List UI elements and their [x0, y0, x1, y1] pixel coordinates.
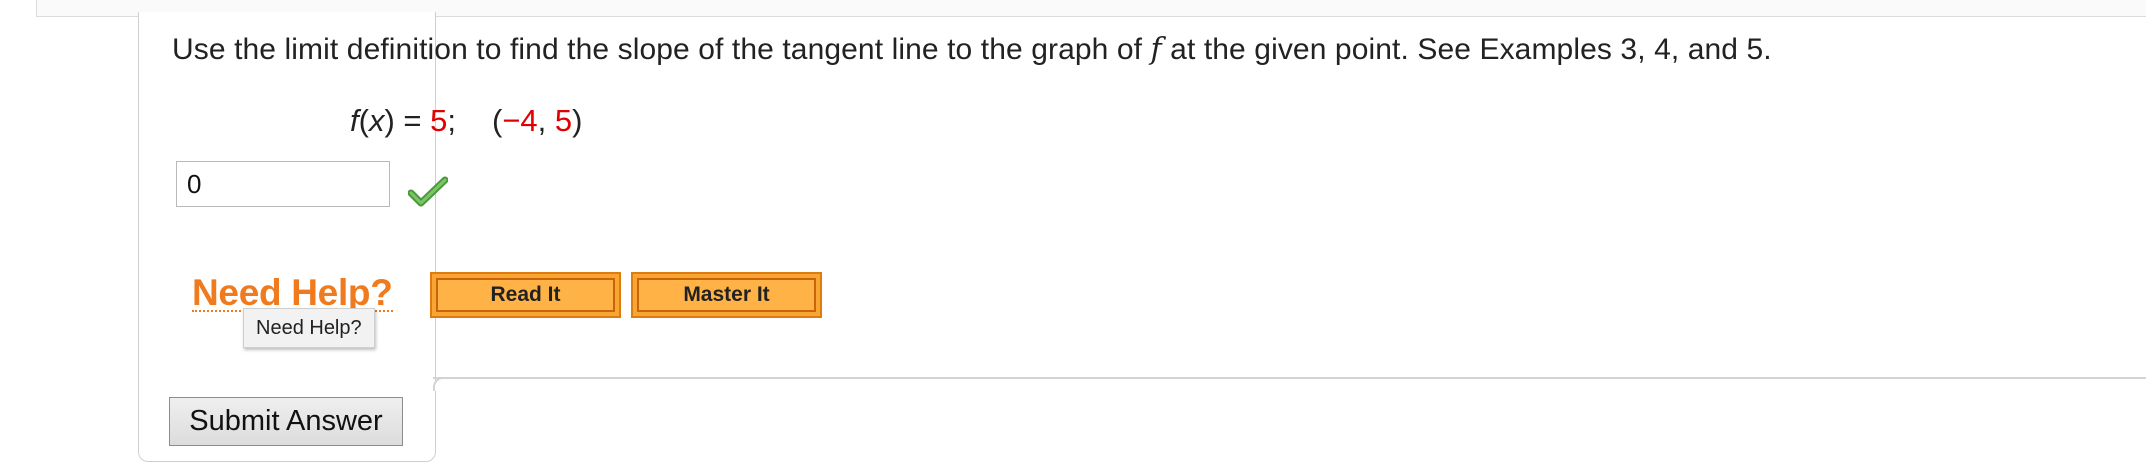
point-x: −4	[502, 103, 538, 138]
checkmark-icon	[408, 176, 448, 207]
formula-semicolon: ;	[447, 103, 456, 138]
master-it-button[interactable]: Master It	[631, 272, 822, 318]
question-card	[138, 12, 436, 462]
point-paren-open: (	[491, 103, 503, 138]
master-it-label: Master It	[637, 278, 816, 312]
submit-answer-button[interactable]: Submit Answer	[169, 397, 403, 446]
point-y: 5	[554, 103, 573, 138]
formula-paren-open: (	[358, 103, 369, 138]
point-paren-close: )	[572, 103, 583, 138]
formula-function-name: f	[350, 103, 359, 138]
answer-input[interactable]	[176, 161, 390, 207]
question-suffix: at the given point. See Examples 3, 4, a…	[1161, 33, 1772, 66]
formula-variable: x	[368, 103, 385, 138]
need-help-tooltip: Need Help?	[243, 308, 375, 348]
formula-equals: ) =	[384, 103, 431, 138]
function-formula: f(x) = 5; (−4, 5)	[350, 103, 582, 139]
read-it-label: Read It	[436, 278, 615, 312]
read-it-button[interactable]: Read It	[430, 272, 621, 318]
section-divider-corner	[433, 377, 447, 391]
formula-constant: 5	[430, 103, 448, 138]
need-help-label: Need Help?	[192, 272, 393, 313]
question-function-name: f	[1150, 32, 1162, 67]
question-text: Use the limit definition to find the slo…	[172, 32, 1772, 67]
question-prefix: Use the limit definition to find the slo…	[172, 33, 1151, 66]
section-divider	[433, 377, 2146, 379]
point-comma: ,	[537, 103, 555, 138]
